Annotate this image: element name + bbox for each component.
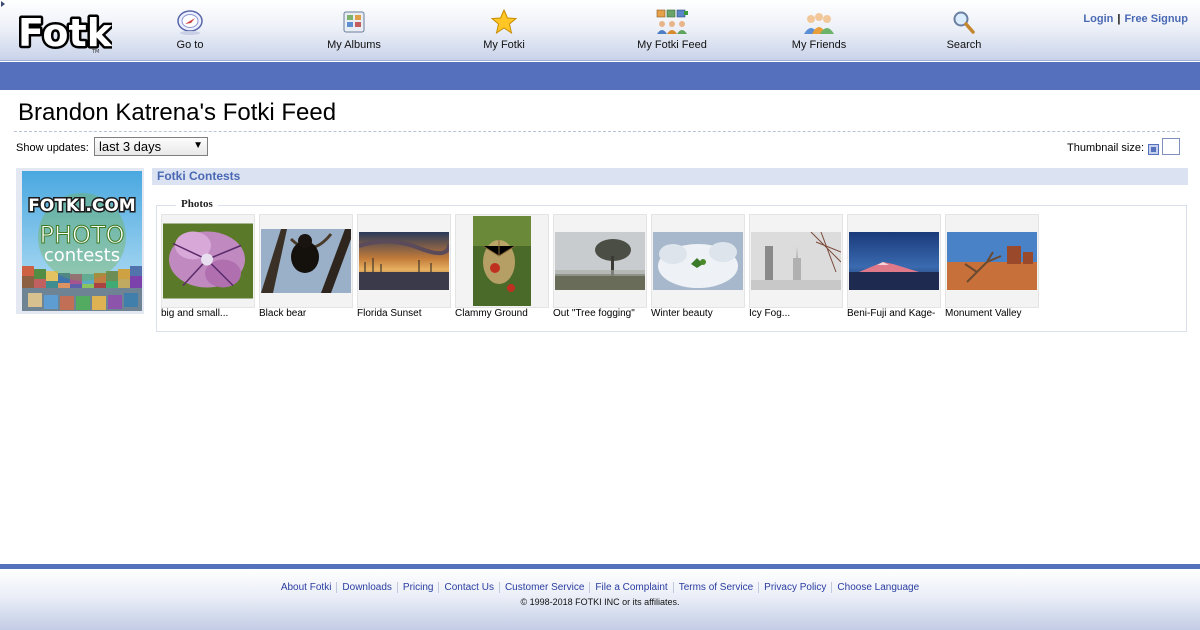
photo-caption: Clammy Ground [455,308,528,319]
nav-my-fotki-feed[interactable]: My Fotki Feed [617,6,727,56]
photo-thumbnail-frame [651,214,745,308]
photo-thumbnail-frame [357,214,451,308]
header-blue-band [0,62,1200,90]
photo-winter-image [653,232,743,290]
nav-my-fotki[interactable]: My Fotki [449,6,559,56]
nav-my-fotki-feed-label: My Fotki Feed [637,39,707,51]
show-updates-value: last 3 days [99,139,162,154]
photo-item[interactable]: Black bear [259,214,353,319]
footer: About Fotki Downloads Pricing Contact Us Cus… [0,564,1200,630]
page-title: Brandon Katrena's Fotki Feed [18,99,337,126]
photo-foggy-tree-image [555,232,645,290]
photo-caption: Out "Tree fogging" [553,308,635,319]
photo-thumbnail-frame [161,214,255,308]
nav-my-friends[interactable]: My Friends [764,6,874,56]
photo-beni-fuji-image [849,232,939,290]
fotki-logo-icon: Fotki Fotki TM [16,9,128,58]
login-link[interactable]: Login [1083,13,1113,25]
magnifier-icon [953,11,975,34]
photos-legend: Photos [176,198,218,210]
photo-item[interactable]: Beni-Fuji and Kage- [847,214,941,319]
photo-item[interactable]: Florida Sunset [357,214,451,319]
nav-search-label: Search [946,39,982,51]
footer-link-about-fotki[interactable]: About Fotki [276,582,337,593]
photo-thumbnail-frame [749,214,843,308]
corner-arrow-icon [1,1,5,7]
copyright-text: © 1998-2018 FOTKI INC or its affiliates. [520,597,680,607]
footer-link-downloads[interactable]: Downloads [336,582,397,593]
photo-item[interactable]: Monument Valley [945,214,1039,319]
photo-thumbnail-frame [945,214,1039,308]
photo-ground-cherry-image [473,216,531,306]
svg-text:TM: TM [91,49,99,54]
photo-item[interactable]: Winter beauty [651,214,745,319]
nav-my-albums-label: My Albums [327,39,381,51]
show-updates-select[interactable]: last 3 days ▼ [94,137,208,156]
nav-my-fotki-label: My Fotki [483,39,525,51]
title-divider [14,131,1180,132]
photo-contests-badge[interactable]: FOTKI.COM PHOTO contests [22,171,142,311]
photo-bear-image [261,229,351,293]
svg-text:contests: contests [44,245,120,266]
friends-icon [804,13,834,34]
footer-link-pricing[interactable]: Pricing [396,582,439,593]
footer-link-customer-service[interactable]: Customer Service [498,582,590,593]
feed-icon [656,9,688,34]
nav-my-friends-label: My Friends [791,39,847,51]
photo-item[interactable]: Clammy Ground [455,214,549,319]
svg-text:FOTKI.COM: FOTKI.COM [28,196,135,216]
photo-caption: Beni-Fuji and Kage- [847,308,936,319]
photo-caption: Black bear [259,308,307,319]
show-updates-label: Show updates: [16,142,89,154]
footer-links: About Fotki Downloads Pricing Contact Us Cus… [0,582,1200,593]
photo-monument-valley-image [947,232,1037,290]
photo-item[interactable]: big and small... [161,214,255,319]
photo-caption: Monument Valley [945,308,1022,319]
dropdown-arrow-icon: ▼ [193,140,203,151]
thumbnail-large-button[interactable] [1162,138,1180,155]
thumbnail-size-label: Thumbnail size: [1067,142,1145,154]
nav-go-to[interactable]: Go to [135,6,245,56]
photo-item[interactable]: Icy Fog... [749,214,843,319]
footer-link-contact-us[interactable]: Contact Us [438,582,499,593]
footer-link-terms-of-service[interactable]: Terms of Service [672,582,759,593]
footer-link-choose-language[interactable]: Choose Language [831,582,925,593]
photo-flower-image [163,223,253,299]
photo-thumbnail-frame [847,214,941,308]
fotki-logo[interactable]: Fotki Fotki TM [16,8,128,58]
photo-item[interactable]: Out "Tree fogging" [553,214,647,319]
footer-link-privacy-policy[interactable]: Privacy Policy [758,582,832,593]
photo-thumbnail-frame [553,214,647,308]
albums-icon [343,11,365,33]
footer-link-file-a-complaint[interactable]: File a Complaint [589,582,673,593]
photo-caption: Icy Fog... [749,308,791,319]
photo-caption: big and small... [161,308,229,319]
fotki-contests-link[interactable]: Fotki Contests [157,169,240,183]
free-signup-link[interactable]: Free Signup [1124,13,1188,25]
auth-links: Login | Free Signup [1083,13,1188,25]
photo-contests-badge-image: FOTKI.COM PHOTO contests [22,171,142,311]
top-navigation-bar: Fotki Fotki TM Go to My Albums My Fotki [0,0,1200,61]
svg-text:Fotki: Fotki [18,11,112,54]
auth-separator: | [1117,13,1121,25]
photo-caption: Winter beauty [651,308,713,319]
photo-caption: Florida Sunset [357,308,422,319]
nav-go-to-label: Go to [176,39,204,51]
fotki-contests-header: Fotki Contests [152,168,1188,185]
photo-sunset-image [359,232,449,290]
nav-search[interactable]: Search [909,6,1019,56]
photo-thumbnail-frame [259,214,353,308]
photo-thumbnail-frame [455,214,549,308]
thumbnail-small-button[interactable] [1148,144,1159,155]
star-icon [490,8,518,35]
compass-icon [177,10,203,35]
photo-icy-fog-image [751,232,841,290]
nav-my-albums[interactable]: My Albums [299,6,409,56]
